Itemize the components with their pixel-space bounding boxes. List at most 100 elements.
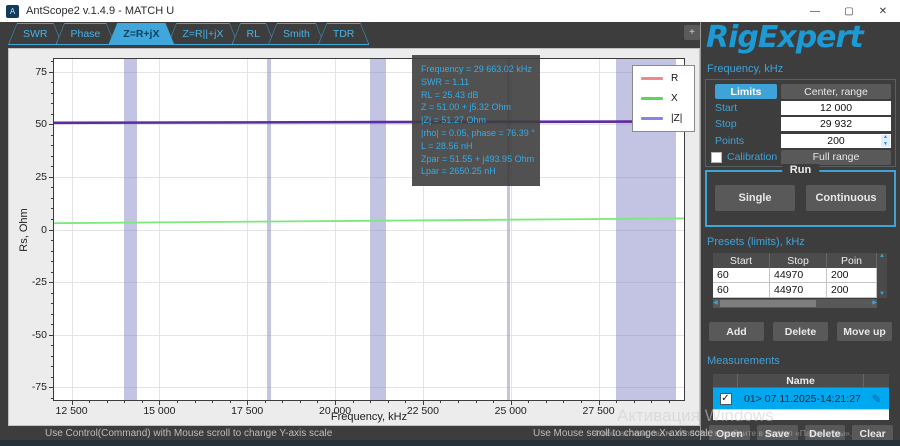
stop-input[interactable]: 29 932 — [781, 117, 891, 131]
single-button[interactable]: Single — [715, 185, 795, 211]
tab-smith[interactable]: Smith — [268, 23, 325, 45]
preset-cell[interactable]: 44970 — [770, 283, 827, 298]
spinner-down-icon[interactable]: ▼ — [883, 142, 888, 147]
x-minor-tick — [89, 400, 90, 403]
y-tick-label: 25 — [35, 171, 47, 183]
x-minor-tick — [142, 400, 143, 403]
preset-cell[interactable]: 60 — [713, 268, 770, 283]
add-preset-button[interactable]: Add — [709, 322, 764, 341]
limits-button[interactable]: Limits — [715, 84, 777, 99]
scrollbar-thumb[interactable] — [720, 300, 816, 307]
window-titlebar: AntScope2 v.1.4.9 - MATCH U — ▢ ✕ — [0, 0, 900, 22]
x-minor-tick — [212, 400, 213, 403]
edit-pencil-icon[interactable]: ✎ — [864, 392, 889, 406]
x-minor-tick — [476, 400, 477, 403]
tooltip-line: Z = 51.00 + j5.32 Ohm — [421, 101, 540, 114]
tooltip-line: SWR = 1.11 — [421, 76, 540, 89]
tooltip-line: |Z| = 51.27 Ohm — [421, 114, 540, 127]
x-minor-tick — [563, 400, 564, 403]
x-minor-tick — [230, 400, 231, 403]
stop-label: Stop — [708, 118, 781, 130]
legend-label: R — [671, 73, 678, 84]
tooltip-line: Lpar = 2650.25 nH — [421, 165, 540, 178]
tab-z-parallel[interactable]: Z=R||+jX — [167, 23, 238, 45]
spinner-up-icon[interactable]: ▲ — [883, 135, 888, 140]
tab-label: TDR — [319, 24, 369, 44]
scroll-right-icon[interactable]: ▶ — [872, 300, 877, 307]
preset-cell[interactable]: 200 — [827, 283, 877, 298]
presets-buttons: Add Delete Move up — [709, 322, 892, 341]
scroll-up-icon[interactable]: ▲ — [879, 253, 885, 260]
move-up-preset-button[interactable]: Move up — [837, 322, 892, 341]
y-tick-label: 50 — [35, 118, 47, 130]
plot-area[interactable]: Rs, Ohm RX|Z| Frequency = 29 663.02 kHzS… — [53, 58, 685, 401]
x-minor-tick — [405, 400, 406, 403]
measurement-checkbox-cell: ✓ — [713, 393, 738, 405]
series-x — [54, 218, 684, 223]
tab-label: SWR — [9, 24, 62, 44]
scroll-down-icon[interactable]: ▼ — [879, 291, 885, 298]
presets-vertical-scrollbar[interactable]: ▲ ▼ — [877, 253, 887, 298]
scroll-left-icon[interactable]: ◀ — [713, 300, 718, 307]
presets-table: StartStopPoin60449702006044970200 ▲ ▼ ◀ … — [713, 253, 887, 308]
tooltip-line: L = 28.56 nH — [421, 140, 540, 153]
calibration-checkbox[interactable] — [711, 152, 722, 163]
preset-row: 6044970200 — [713, 283, 877, 298]
x-minor-tick — [124, 400, 125, 403]
start-label: Start — [708, 102, 781, 114]
measurements-table-header: Name — [713, 374, 889, 388]
points-label: Points — [708, 135, 781, 147]
presets-horizontal-scrollbar[interactable]: ◀ ▶ — [713, 299, 877, 308]
x-minor-tick — [388, 400, 389, 403]
close-button[interactable]: ✕ — [866, 0, 900, 22]
y-tick-label: 75 — [35, 66, 47, 78]
legend-swatch-z — [641, 117, 663, 120]
chart-tooltip: Frequency = 29 663.02 kHzSWR = 1.11RL = … — [412, 55, 540, 186]
x-axis-title: Frequency, kHz — [53, 411, 685, 423]
measurement-checkbox[interactable]: ✓ — [720, 393, 732, 405]
run-group-title: Run — [782, 164, 819, 176]
legend-entry: X — [641, 93, 686, 104]
continuous-button[interactable]: Continuous — [806, 185, 886, 211]
edit-column-header — [864, 374, 889, 387]
window-bottom-edge — [0, 440, 900, 446]
y-tick-label: -25 — [32, 276, 47, 288]
y-axis-title: Rs, Ohm — [18, 208, 30, 251]
x-minor-tick — [370, 400, 371, 403]
window-title: AntScope2 v.1.4.9 - MATCH U — [26, 5, 174, 17]
preset-cell[interactable]: 44970 — [770, 268, 827, 283]
tab-tdr[interactable]: TDR — [318, 23, 370, 45]
tab-rl[interactable]: RL — [232, 23, 275, 45]
frequency-section-label: Frequency, kHz — [707, 63, 783, 75]
calibration-row: Calibration — [708, 151, 781, 163]
legend-swatch-r — [641, 77, 663, 80]
full-range-button[interactable]: Full range — [781, 150, 891, 165]
tab-z-series[interactable]: Z=R+jX — [108, 23, 174, 45]
center-range-button[interactable]: Center, range — [781, 84, 891, 99]
x-minor-tick — [634, 400, 635, 403]
minimize-button[interactable]: — — [798, 0, 832, 22]
measurement-name: 01> 07.11.2025-14:21:27 — [738, 393, 864, 405]
tab-label: Smith — [269, 24, 324, 44]
start-input[interactable]: 12 000 — [781, 101, 891, 115]
measurement-row[interactable]: ✓ 01> 07.11.2025-14:21:27✎ — [713, 388, 889, 409]
legend-entry: R — [641, 73, 686, 84]
x-minor-tick — [546, 400, 547, 403]
points-input[interactable]: 200 ▲ ▼ — [781, 134, 891, 148]
status-hint-xaxis: Use Mouse scroll to change X-axis scale — [533, 428, 713, 439]
preset-cell[interactable]: 60 — [713, 283, 770, 298]
tab-swr[interactable]: SWR — [8, 23, 63, 45]
points-spinner[interactable]: ▲ ▼ — [881, 135, 890, 147]
x-minor-tick — [107, 400, 108, 403]
x-minor-tick — [651, 400, 652, 403]
preset-cell[interactable]: 200 — [827, 268, 877, 283]
maximize-button[interactable]: ▢ — [832, 0, 866, 22]
calibration-label: Calibration — [727, 151, 777, 163]
toolbar-extra-button[interactable]: + — [684, 25, 700, 40]
x-minor-tick — [458, 400, 459, 403]
tab-label: RL — [233, 24, 274, 44]
legend-label: X — [671, 93, 678, 104]
tab-phase[interactable]: Phase — [56, 23, 116, 45]
delete-preset-button[interactable]: Delete — [773, 322, 828, 341]
x-minor-tick — [317, 400, 318, 403]
